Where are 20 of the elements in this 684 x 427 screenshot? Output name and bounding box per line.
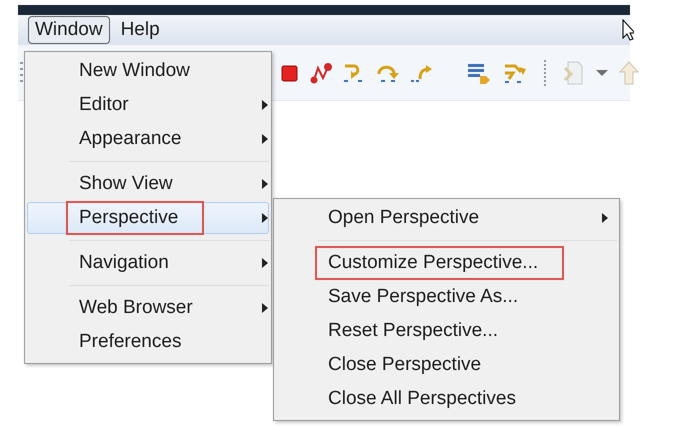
nodes-icon[interactable] (310, 62, 332, 84)
stop-icon[interactable] (280, 62, 300, 82)
cursor-icon (622, 19, 634, 41)
menu-item[interactable]: Web Browser (66, 291, 219, 325)
menu-item[interactable]: New Window (66, 54, 216, 88)
menu-item[interactable]: Editor (66, 88, 155, 122)
menu-item[interactable]: Close Perspective (315, 348, 508, 382)
menu-item[interactable]: Help (114, 16, 167, 44)
menu-item[interactable]: Navigation (66, 246, 195, 280)
caret-icon[interactable] (596, 68, 608, 76)
menu-item[interactable]: Customize Perspective... (315, 246, 564, 280)
menu-item[interactable]: Reset Perspective... (315, 314, 524, 348)
menu-item[interactable]: Open Perspective (315, 201, 506, 235)
menu-item[interactable]: Window (28, 16, 110, 44)
menu-item[interactable]: Perspective (66, 201, 204, 235)
menu-item[interactable]: Close All Perspectives (315, 382, 542, 416)
menu-item[interactable]: Save Perspective As... (315, 280, 544, 314)
menu-item[interactable]: Show View (66, 167, 199, 201)
menu-item[interactable]: Appearance (66, 122, 208, 156)
menu-item[interactable]: Preferences (66, 325, 208, 359)
